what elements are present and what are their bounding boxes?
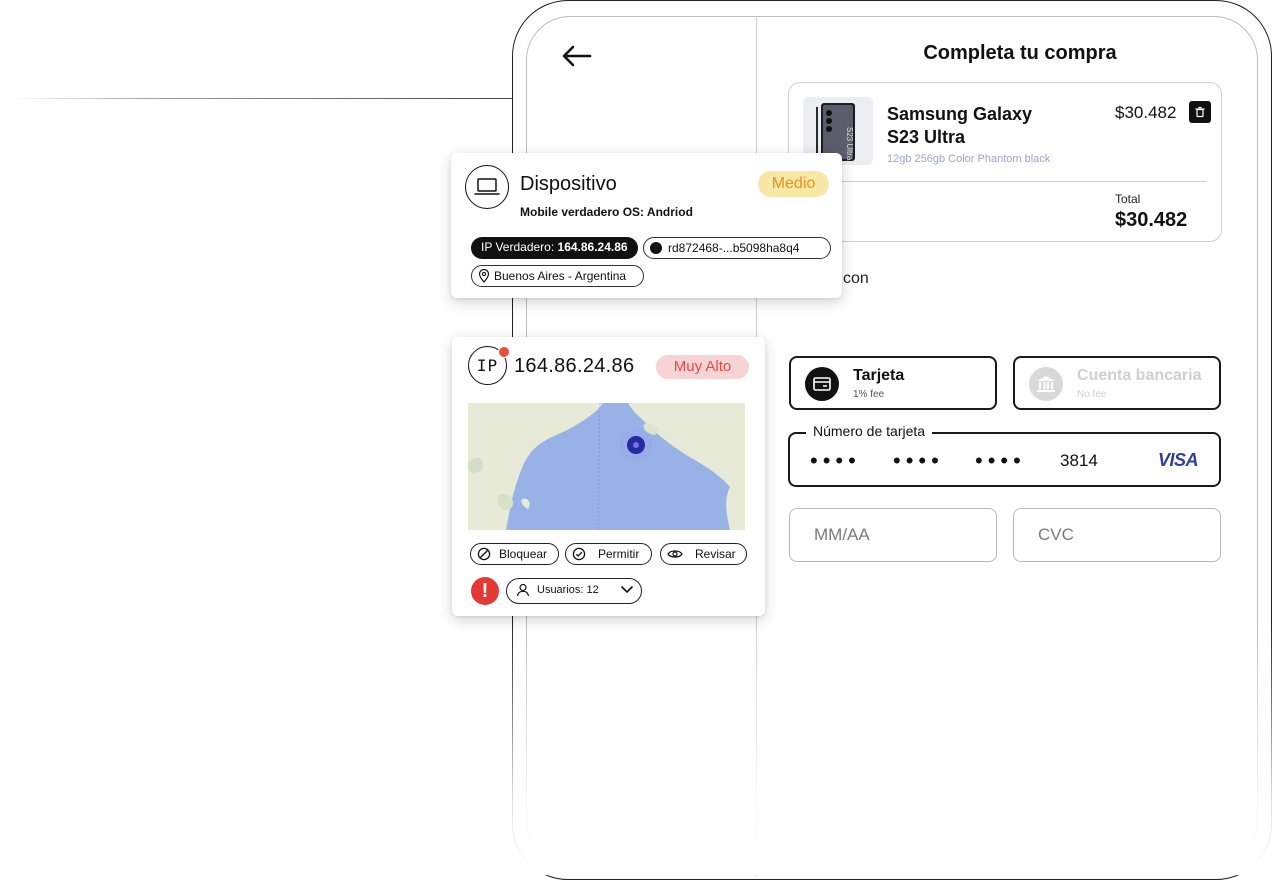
review-button[interactable]: Revisar bbox=[660, 543, 747, 565]
expiry-input[interactable]: MM/AA bbox=[789, 508, 997, 562]
location-pin-icon bbox=[478, 269, 490, 283]
card-last4: 3814 bbox=[1060, 451, 1098, 470]
risk-badge-medio: Medio bbox=[758, 171, 829, 197]
decorative-connector-line bbox=[10, 98, 515, 99]
device-hash: rd872468-...b5098ha8q4 bbox=[668, 241, 800, 255]
pay-with-text: con bbox=[843, 270, 869, 287]
warning-icon: ! bbox=[471, 577, 499, 605]
laptop-icon bbox=[465, 165, 509, 209]
allow-button[interactable]: Permitir bbox=[565, 543, 652, 565]
ip-chip-label: IP Verdadero: bbox=[481, 240, 555, 254]
ip-verdadero-chip: IP Verdadero: 164.86.24.86 bbox=[471, 237, 638, 259]
card-mask-group: •••• bbox=[893, 448, 944, 473]
user-icon bbox=[516, 583, 530, 597]
cvc-input[interactable]: CVC bbox=[1013, 508, 1221, 562]
location-chip: Buenos Aires - Argentina bbox=[471, 265, 644, 287]
thumb-text: S23 Ultra bbox=[845, 127, 854, 161]
total-value: $30.482 bbox=[1115, 209, 1188, 231]
arrow-left-icon bbox=[562, 45, 592, 67]
visa-logo: VISA bbox=[1158, 450, 1199, 470]
payment-option-title: Tarjeta bbox=[853, 367, 905, 384]
payment-option-card[interactable]: Tarjeta 1% fee bbox=[789, 356, 997, 410]
summary-divider bbox=[803, 181, 1207, 182]
allow-label: Permitir bbox=[598, 547, 640, 561]
review-label: Revisar bbox=[695, 547, 736, 561]
bank-icon bbox=[1029, 367, 1063, 401]
location-text: Buenos Aires - Argentina bbox=[494, 269, 627, 283]
eye-icon bbox=[667, 550, 683, 558]
card-icon bbox=[805, 367, 839, 401]
back-button[interactable] bbox=[556, 38, 596, 74]
users-dropdown[interactable]: Usuarios: 12 bbox=[506, 578, 642, 604]
block-icon bbox=[477, 547, 491, 561]
ip-address: 164.86.24.86 bbox=[514, 355, 635, 377]
ip-location-map[interactable] bbox=[468, 403, 745, 530]
risk-badge-muy-alto: Muy Alto bbox=[656, 355, 749, 379]
device-hash-chip: rd872468-...b5098ha8q4 bbox=[643, 237, 831, 259]
card-mask-group: •••• bbox=[810, 448, 861, 473]
payment-option-title: Cuenta bancaria bbox=[1077, 367, 1202, 384]
product-specs: 12gb 256gb Color Phantom black bbox=[887, 153, 1051, 165]
payment-option-fee: 1% fee bbox=[853, 389, 885, 400]
device-title: Dispositivo bbox=[520, 173, 617, 195]
card-mask-group: •••• bbox=[975, 448, 1026, 473]
block-label: Bloquear bbox=[499, 547, 548, 561]
product-name-line1: Samsung Galaxy bbox=[887, 104, 1033, 124]
chevron-down-icon bbox=[621, 586, 633, 594]
product-price: $30.482 bbox=[1115, 103, 1177, 122]
product-name-line2: S23 Ultra bbox=[887, 127, 966, 147]
block-button[interactable]: Bloquear bbox=[470, 543, 559, 565]
remove-item-button[interactable] bbox=[1189, 101, 1211, 123]
fingerprint-dot-icon bbox=[650, 242, 662, 254]
payment-option-bank[interactable]: Cuenta bancaria No fee bbox=[1013, 356, 1221, 410]
total-label: Total bbox=[1115, 192, 1141, 206]
device-subtitle: Mobile verdadero OS: Andriod bbox=[520, 205, 693, 219]
card-number-field[interactable]: Número de tarjeta •••• •••• •••• 3814 VI… bbox=[788, 423, 1221, 487]
check-circle-icon bbox=[572, 547, 586, 561]
product-summary-card: S23 Ultra Samsung Galaxy S23 Ultra 12gb … bbox=[788, 82, 1222, 242]
trash-icon bbox=[1195, 106, 1205, 118]
ip-chip-value: 164.86.24.86 bbox=[557, 240, 628, 254]
device-info-card: Dispositivo Mobile verdadero OS: Andriod… bbox=[451, 153, 842, 298]
card-number-label: Número de tarjeta bbox=[806, 423, 933, 439]
product-name: Samsung Galaxy S23 Ultra bbox=[887, 103, 1077, 149]
alert-dot-icon bbox=[498, 346, 510, 358]
ip-risk-card: IP 164.86.24.86 Muy Alto Bloquear Permit… bbox=[452, 337, 765, 616]
payment-option-fee: No fee bbox=[1077, 389, 1107, 400]
checkout-title: Completa tu compra bbox=[923, 42, 1117, 64]
users-count-label: Usuarios: 12 bbox=[537, 584, 599, 596]
